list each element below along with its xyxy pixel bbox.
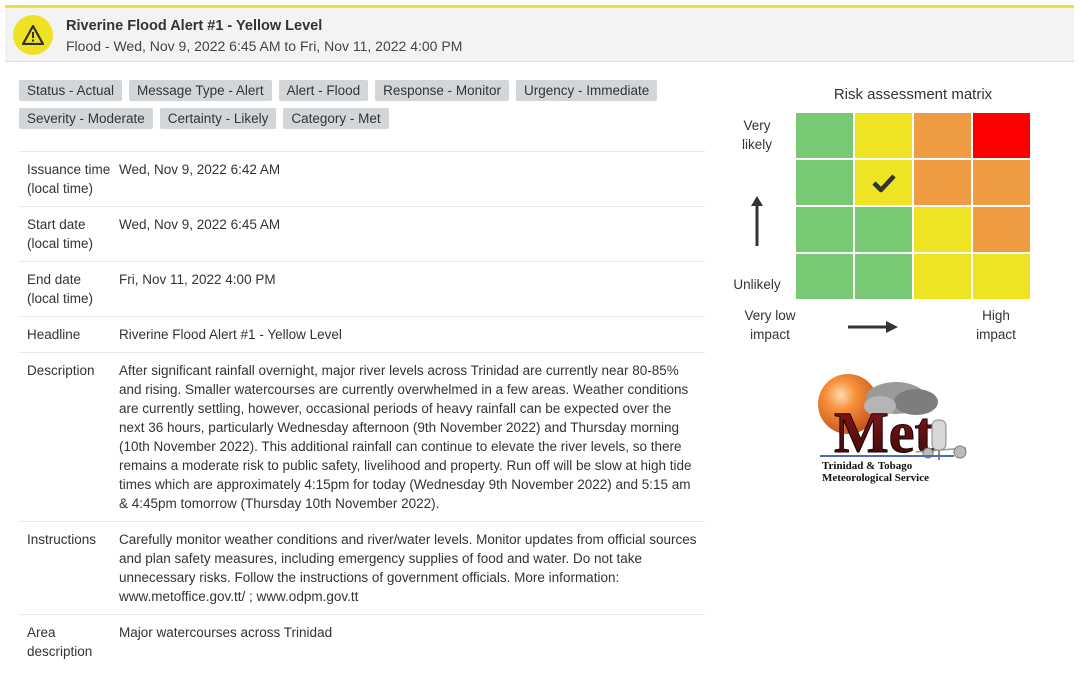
matrix-cell-green <box>796 160 853 205</box>
tag-response: Response - Monitor <box>375 80 509 101</box>
matrix-cell-yellow <box>914 254 971 299</box>
matrix-cell-green <box>855 254 912 299</box>
tag-row: Status - Actual Message Type - Alert Ale… <box>19 80 669 101</box>
matrix-cell-green <box>796 113 853 158</box>
matrix-label-high-impact: High impact <box>976 308 1016 342</box>
matrix-cell-green <box>796 254 853 299</box>
tag-row: Severity - Moderate Certainty - Likely C… <box>19 108 669 129</box>
matrix-label-unlikely: Unlikely <box>733 277 781 292</box>
matrix-cell-green <box>855 207 912 252</box>
met-service-logo: Met Trinidad & Tobago Meteorological Ser… <box>816 372 978 487</box>
matrix-cell-selected <box>855 160 912 205</box>
table-row: Instructions Carefully monitor weather c… <box>19 521 705 615</box>
checkmark-icon <box>871 173 896 192</box>
table-row: Issuance time (local time) Wed, Nov 9, 2… <box>19 151 705 207</box>
risk-matrix <box>796 113 1030 301</box>
tag-severity: Severity - Moderate <box>19 108 153 129</box>
table-row: Area description Major watercourses acro… <box>19 614 705 669</box>
tag-list: Status - Actual Message Type - Alert Ale… <box>19 80 669 136</box>
row-value: Wed, Nov 9, 2022 6:45 AM <box>119 206 705 262</box>
row-label: Description <box>19 352 119 522</box>
table-row: Start date (local time) Wed, Nov 9, 2022… <box>19 206 705 262</box>
row-label: Instructions <box>19 521 119 615</box>
tag-category: Category - Met <box>283 108 389 129</box>
row-value: Major watercourses across Trinidad <box>119 614 705 669</box>
row-label: Area description <box>19 614 119 669</box>
matrix-cell-orange <box>914 160 971 205</box>
matrix-label-very-likely: Very likely <box>741 118 772 152</box>
row-label: End date (local time) <box>19 261 119 317</box>
table-row: Headline Riverine Flood Alert #1 - Yello… <box>19 316 705 353</box>
row-label: Start date (local time) <box>19 206 119 262</box>
matrix-cell-orange <box>973 160 1030 205</box>
row-value: Riverine Flood Alert #1 - Yellow Level <box>119 316 705 353</box>
tag-alert: Alert - Flood <box>278 80 369 101</box>
row-value: After significant rainfall overnight, ma… <box>119 352 705 522</box>
logo-line-2: Meteorological Service <box>822 472 929 484</box>
arrow-up-icon <box>751 196 763 246</box>
row-value: Wed, Nov 9, 2022 6:42 AM <box>119 151 705 207</box>
arrow-right-icon <box>848 321 898 333</box>
alert-header: Riverine Flood Alert #1 - Yellow Level F… <box>5 5 1074 62</box>
row-value: Carefully monitor weather conditions and… <box>119 521 705 615</box>
row-label: Headline <box>19 316 119 353</box>
tag-certainty: Certainty - Likely <box>159 108 277 129</box>
tag-urgency: Urgency - Immediate <box>515 80 658 101</box>
matrix-title: Risk assessment matrix <box>833 86 993 103</box>
tag-message-type: Message Type - Alert <box>129 80 272 101</box>
matrix-cell-green <box>796 207 853 252</box>
alert-title: Riverine Flood Alert #1 - Yellow Level <box>66 18 323 34</box>
alert-subtitle: Flood - Wed, Nov 9, 2022 6:45 AM to Fri,… <box>66 38 463 54</box>
row-value: Fri, Nov 11, 2022 4:00 PM <box>119 261 705 317</box>
matrix-cell-orange <box>973 207 1030 252</box>
table-row: Description After significant rainfall o… <box>19 352 705 522</box>
matrix-label-very-low-impact: Very low impact <box>744 308 796 342</box>
matrix-cell-yellow <box>973 254 1030 299</box>
warning-triangle-icon <box>13 15 53 55</box>
row-label: Issuance time (local time) <box>19 151 119 207</box>
logo-line-1: Trinidad & Tobago <box>822 460 913 472</box>
matrix-cell-red <box>973 113 1030 158</box>
matrix-cell-yellow <box>855 113 912 158</box>
matrix-cell-yellow <box>914 207 971 252</box>
matrix-cell-orange <box>914 113 971 158</box>
tag-status: Status - Actual <box>19 80 123 101</box>
table-row: End date (local time) Fri, Nov 11, 2022 … <box>19 261 705 317</box>
alert-details-table: Issuance time (local time) Wed, Nov 9, 2… <box>19 151 705 669</box>
